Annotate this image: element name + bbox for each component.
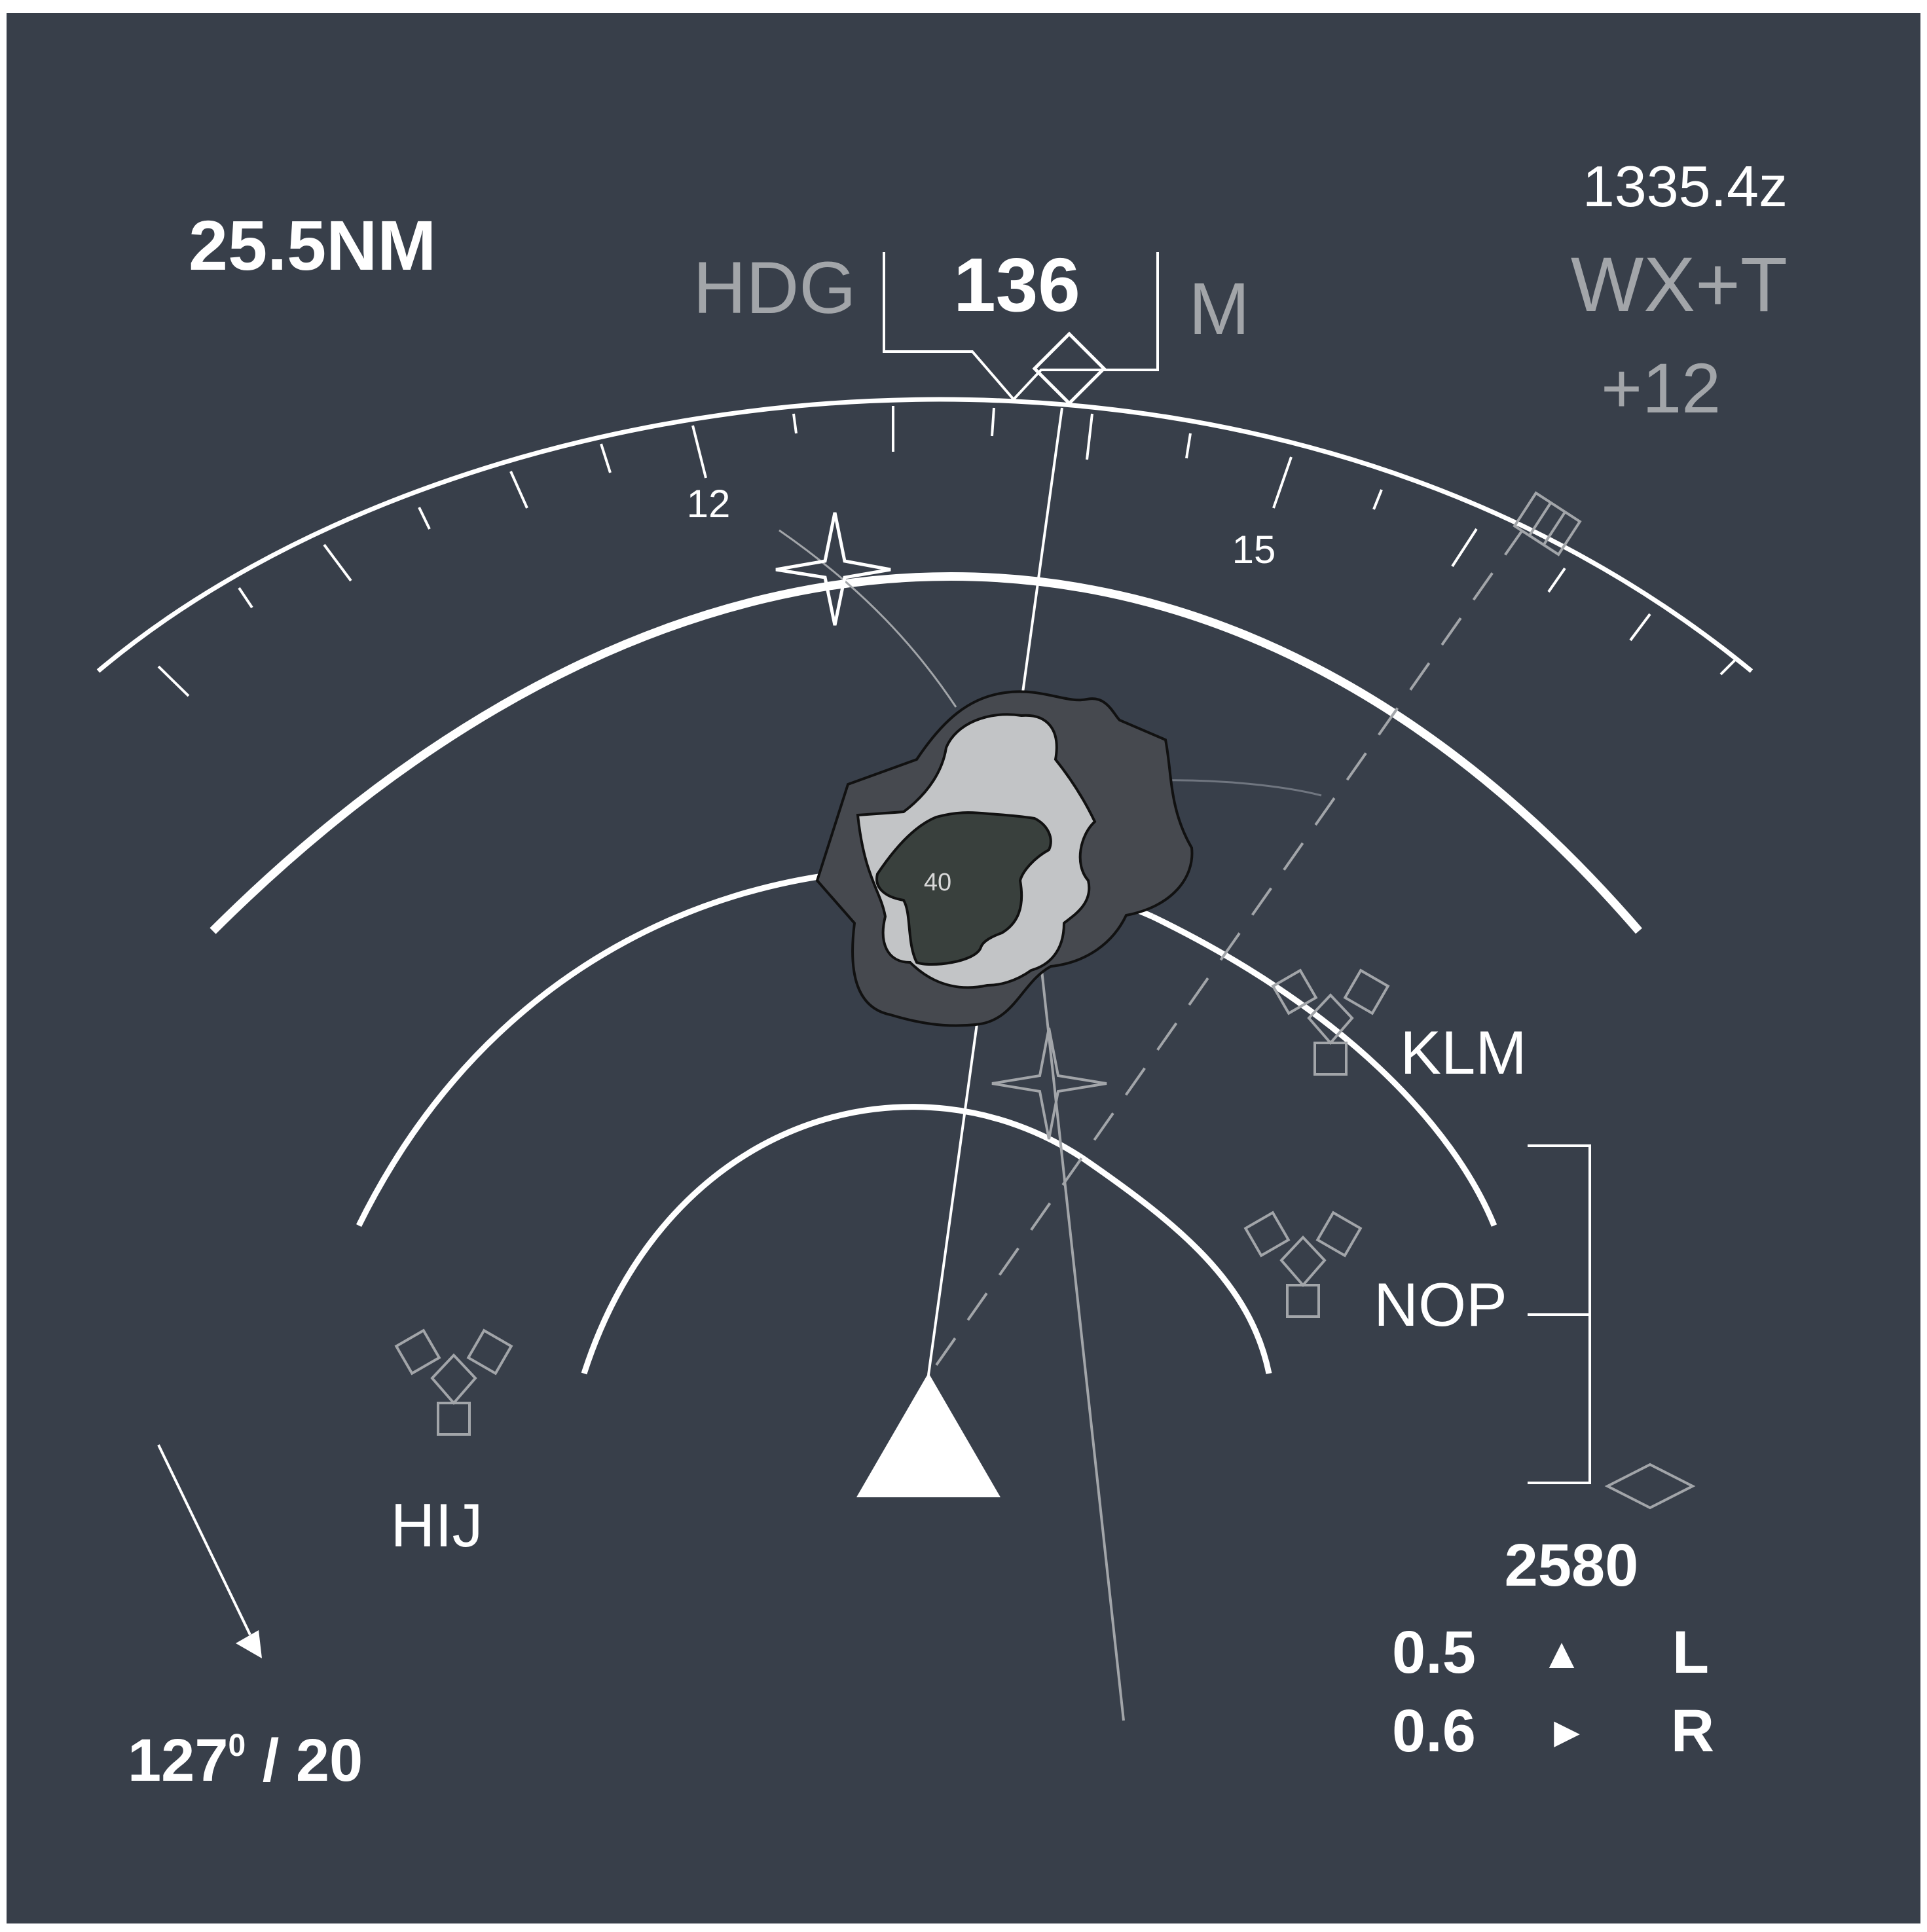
- waypoint-label-klm[interactable]: KLM: [1400, 1018, 1526, 1087]
- wind-separator: /: [246, 1727, 296, 1794]
- range-readout: 25.5NM: [189, 206, 436, 285]
- right-readout-arrow-icon: ►: [1545, 1707, 1588, 1756]
- wind-degree-mark: 0: [229, 1728, 246, 1763]
- heading-reference: M: [1188, 268, 1249, 350]
- zulu-clock: 1335.4z: [1583, 154, 1788, 219]
- wind-direction: 127: [128, 1727, 229, 1794]
- waypoint-label-nop[interactable]: NOP: [1374, 1270, 1507, 1339]
- storm-cell-label: 40: [924, 869, 951, 896]
- heading-label: HDG: [693, 247, 856, 329]
- wind-readout: 1270 / 20: [128, 1727, 363, 1794]
- right-readout-value: 0.6: [1392, 1698, 1476, 1764]
- radar-gain: +12: [1601, 348, 1721, 428]
- compass-label-12: 12: [687, 482, 731, 526]
- left-readout-arrow-icon: ▲: [1540, 1629, 1583, 1677]
- right-readout-side: R: [1671, 1698, 1714, 1764]
- compass-label-15: 15: [1232, 528, 1276, 572]
- nav-display: 12 15 40 HDG 136 M 25.5NM 1335.4z WX+T +…: [7, 13, 1920, 1923]
- weather-mode: WX+T: [1571, 242, 1788, 328]
- wind-speed: 20: [296, 1727, 363, 1794]
- left-readout-side: L: [1672, 1619, 1709, 1686]
- waypoint-label-hij[interactable]: HIJ: [391, 1491, 483, 1559]
- heading-value: 136: [953, 242, 1080, 327]
- left-readout-value: 0.5: [1392, 1619, 1476, 1686]
- altitude-readout: 2580: [1505, 1532, 1639, 1599]
